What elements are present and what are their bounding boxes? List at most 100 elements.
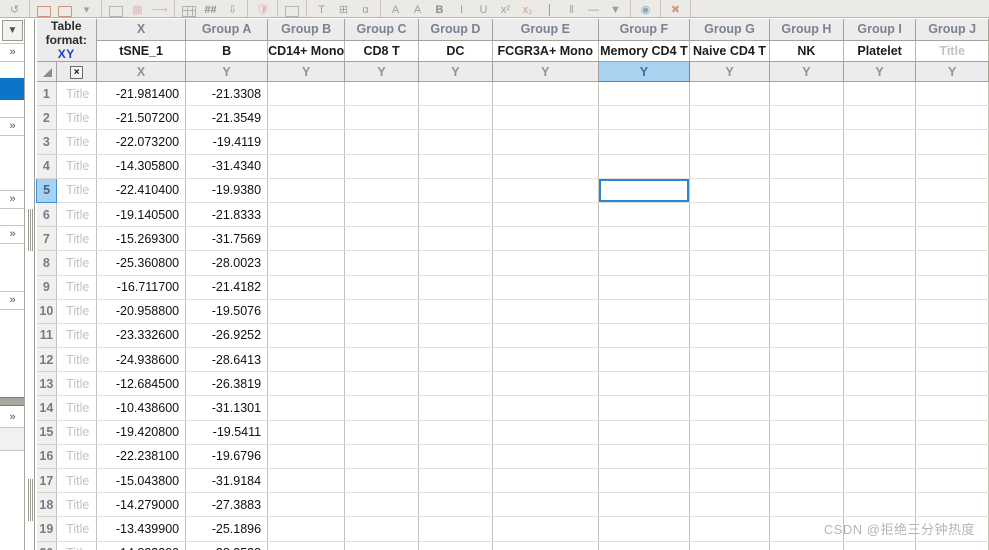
cell-x-value[interactable]: -22.410400: [96, 178, 187, 203]
cell-y-value[interactable]: -21.4182: [185, 275, 269, 300]
cell-empty[interactable]: [344, 444, 419, 470]
cell-empty[interactable]: [689, 275, 771, 300]
cell-empty[interactable]: [843, 250, 917, 276]
column-role-header[interactable]: Y: [915, 61, 989, 82]
cell-empty[interactable]: [344, 129, 419, 155]
cell-empty[interactable]: [418, 250, 493, 276]
cell-empty[interactable]: [267, 250, 346, 276]
dropdown-arrow-icon[interactable]: ▾: [79, 4, 94, 17]
row-title-cell[interactable]: Title: [56, 371, 98, 397]
cell-empty[interactable]: [598, 468, 690, 494]
cell-empty[interactable]: [915, 468, 989, 494]
cell-empty[interactable]: [915, 516, 989, 542]
cell-empty[interactable]: [344, 105, 419, 131]
cell-empty[interactable]: [418, 468, 493, 494]
cell-x-value[interactable]: -21.507200: [96, 105, 187, 131]
symbol-icon[interactable]: ‖: [564, 4, 579, 17]
cell-empty[interactable]: [769, 323, 844, 349]
column-title-cell[interactable]: Platelet: [843, 40, 917, 63]
undo-icon[interactable]: ↺: [7, 4, 22, 17]
table-row[interactable]: 11 Title -23.332600 -26.9252: [36, 323, 989, 349]
decimal-icon[interactable]: ##: [203, 4, 218, 17]
cell-empty[interactable]: [689, 178, 771, 203]
cell-empty[interactable]: [267, 541, 346, 550]
cell-empty[interactable]: [843, 395, 917, 421]
cell-empty[interactable]: [267, 395, 346, 421]
cell-empty[interactable]: [915, 105, 989, 131]
cell-empty[interactable]: [492, 420, 599, 445]
cell-empty[interactable]: [344, 347, 419, 373]
row-title-cell[interactable]: Title: [56, 444, 98, 470]
cell-empty[interactable]: [267, 154, 346, 179]
row-number-cell[interactable]: 15: [36, 420, 58, 445]
cell-empty[interactable]: [598, 154, 690, 179]
cell-empty[interactable]: [769, 516, 844, 542]
row-title-cell[interactable]: Title: [56, 492, 98, 518]
cell-y-value[interactable]: -31.7569: [185, 226, 269, 252]
column-group-header[interactable]: Group G: [689, 19, 771, 41]
cell-empty[interactable]: [492, 371, 599, 397]
row-number-cell[interactable]: 20: [36, 541, 58, 550]
row-title-cell[interactable]: Title: [56, 275, 98, 300]
cell-empty[interactable]: [267, 202, 346, 228]
column-role-header[interactable]: Y: [597, 61, 690, 82]
grid-icon[interactable]: ▦: [130, 4, 145, 17]
greek-icon[interactable]: ⎮: [542, 4, 557, 17]
row-title-cell[interactable]: Title: [56, 178, 98, 203]
cell-empty[interactable]: [492, 299, 599, 324]
cell-empty[interactable]: [689, 81, 771, 107]
analyze-icon[interactable]: [109, 6, 123, 17]
sheet-splitter[interactable]: [25, 19, 35, 550]
cell-empty[interactable]: [769, 371, 844, 397]
cell-empty[interactable]: [492, 81, 599, 107]
column-group-header[interactable]: Group J: [915, 19, 989, 41]
cell-empty[interactable]: [344, 154, 419, 179]
cell-empty[interactable]: [843, 275, 917, 300]
table-row[interactable]: 20 Title -14.833200 -28.3538: [36, 541, 989, 550]
cell-empty[interactable]: [267, 275, 346, 300]
cell-empty[interactable]: [344, 395, 419, 421]
cell-empty[interactable]: [769, 347, 844, 373]
active-cell[interactable]: [598, 178, 690, 203]
cell-empty[interactable]: [267, 226, 346, 252]
data-grid[interactable]: Table format: XY X Group A Group B Group C Gro…: [36, 19, 989, 550]
cell-empty[interactable]: [843, 347, 917, 373]
select-all-triangle-icon[interactable]: [36, 61, 58, 82]
horizontal-scrollbar-thumb[interactable]: [0, 397, 24, 406]
cell-empty[interactable]: [492, 154, 599, 179]
cell-empty[interactable]: [267, 444, 346, 470]
row-title-cell[interactable]: Title: [56, 516, 98, 542]
cell-empty[interactable]: [267, 178, 346, 203]
cell-empty[interactable]: [769, 541, 844, 550]
cell-empty[interactable]: [492, 105, 599, 131]
sort-icon[interactable]: ⇩: [225, 4, 240, 17]
cell-empty[interactable]: [492, 275, 599, 300]
cell-empty[interactable]: [843, 202, 917, 228]
cell-empty[interactable]: [689, 347, 771, 373]
shield-icon[interactable]: 🛡: [255, 4, 270, 17]
row-title-cell[interactable]: Title: [56, 250, 98, 276]
cell-empty[interactable]: [418, 492, 493, 518]
color-icon[interactable]: ▼: [608, 4, 623, 17]
cell-empty[interactable]: [492, 347, 599, 373]
cell-y-value[interactable]: -19.5076: [185, 299, 269, 324]
cell-empty[interactable]: [344, 250, 419, 276]
cell-empty[interactable]: [418, 154, 493, 179]
cell-empty[interactable]: [915, 129, 989, 155]
row-title-cell[interactable]: Title: [56, 347, 98, 373]
cell-empty[interactable]: [492, 395, 599, 421]
cell-empty[interactable]: [915, 81, 989, 107]
column-title-cell[interactable]: Title: [915, 40, 989, 63]
cell-empty[interactable]: [418, 541, 493, 550]
row-title-cell[interactable]: Title: [56, 541, 98, 550]
row-title-cell[interactable]: Title: [56, 154, 98, 179]
column-group-header[interactable]: Group A: [185, 19, 269, 41]
cell-empty[interactable]: [267, 323, 346, 349]
data-table-sheet[interactable]: Table format: XY X Group A Group B Group C Gro…: [36, 19, 989, 550]
cell-empty[interactable]: [598, 226, 690, 252]
text-icon[interactable]: T: [314, 4, 329, 17]
cell-empty[interactable]: [689, 105, 771, 131]
cell-x-value[interactable]: -15.269300: [96, 226, 187, 252]
cell-x-value[interactable]: -25.360800: [96, 250, 187, 276]
cell-empty[interactable]: [598, 81, 690, 107]
